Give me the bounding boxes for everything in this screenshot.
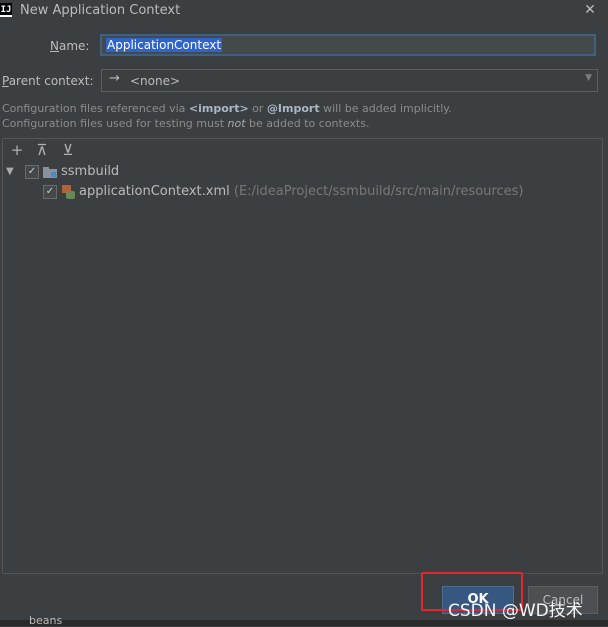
- info-text: be added to contexts.: [245, 117, 370, 130]
- parent-context-value: <none>: [130, 74, 181, 88]
- info-import-tag: <import>: [188, 102, 249, 115]
- info-line-testing: Configuration files used for testing mus…: [2, 117, 369, 130]
- info-line-import: Configuration files referenced via <impo…: [2, 102, 452, 115]
- background-text: beans: [29, 614, 63, 627]
- tree-node-ssmbuild[interactable]: ▼ ✓ ssmbuild: [3, 162, 602, 182]
- parent-label-text: arent context:: [8, 74, 94, 88]
- tree-node-application-context[interactable]: ✓ applicationContext.xml (E:/ideaProject…: [3, 182, 602, 202]
- ssmbuild-label: ssmbuild: [61, 164, 120, 179]
- file-name: applicationContext.xml: [79, 184, 230, 199]
- info-import-annotation: @Import: [266, 102, 320, 115]
- application-context-label: applicationContext.xml (E:/ideaProject/s…: [79, 182, 523, 202]
- name-input-value: ApplicationContext: [106, 38, 223, 52]
- chevron-down-icon: ▼: [585, 73, 592, 83]
- tree-toolbar: + ⊼ ⊻: [3, 139, 602, 161]
- file-tree: ▼ ✓ ssmbuild ✓ applicationContext.xml (E…: [3, 161, 602, 573]
- close-icon[interactable]: ✕: [581, 1, 599, 19]
- collapse-all-icon[interactable]: ⊻: [59, 141, 77, 159]
- watermark: CSDN @WD技术: [448, 601, 583, 621]
- name-input[interactable]: ApplicationContext: [100, 34, 596, 56]
- title-bar: IJ New Application Context ✕: [0, 0, 608, 22]
- dialog-title: New Application Context: [20, 3, 181, 18]
- name-label-text: ame:: [58, 39, 90, 53]
- name-label: Name:: [50, 39, 89, 53]
- parent-label-mnemonic: P: [2, 74, 9, 88]
- expand-all-icon[interactable]: ⊼: [33, 141, 51, 159]
- parent-context-label: Parent context:: [2, 74, 94, 88]
- expand-arrow-icon[interactable]: ▼: [6, 162, 14, 182]
- file-path: (E:/ideaProject/ssmbuild/src/main/resour…: [229, 184, 524, 199]
- ssmbuild-checkbox[interactable]: ✓: [25, 165, 39, 179]
- info-text: or: [248, 102, 267, 115]
- parent-context-select[interactable]: → <none> ▼: [101, 69, 598, 92]
- info-text: Configuration files referenced via: [2, 102, 189, 115]
- spring-leaf-part: [66, 191, 75, 199]
- arrow-right-icon: →: [109, 71, 120, 86]
- intellij-app-icon: IJ: [0, 3, 12, 17]
- module-badge: [51, 172, 56, 177]
- info-text: Configuration files used for testing mus…: [2, 117, 228, 130]
- spring-xml-file-icon: [61, 185, 75, 199]
- info-emphasis: not: [227, 117, 246, 130]
- config-files-panel: + ⊼ ⊻ ▼ ✓ ssmbuild ✓ applicationContext.…: [2, 138, 603, 574]
- info-text: will be added implicitly.: [319, 102, 452, 115]
- add-icon[interactable]: +: [8, 141, 26, 159]
- module-folder-icon: [43, 167, 57, 178]
- name-label-mnemonic: N: [50, 39, 59, 53]
- application-context-checkbox[interactable]: ✓: [43, 185, 57, 199]
